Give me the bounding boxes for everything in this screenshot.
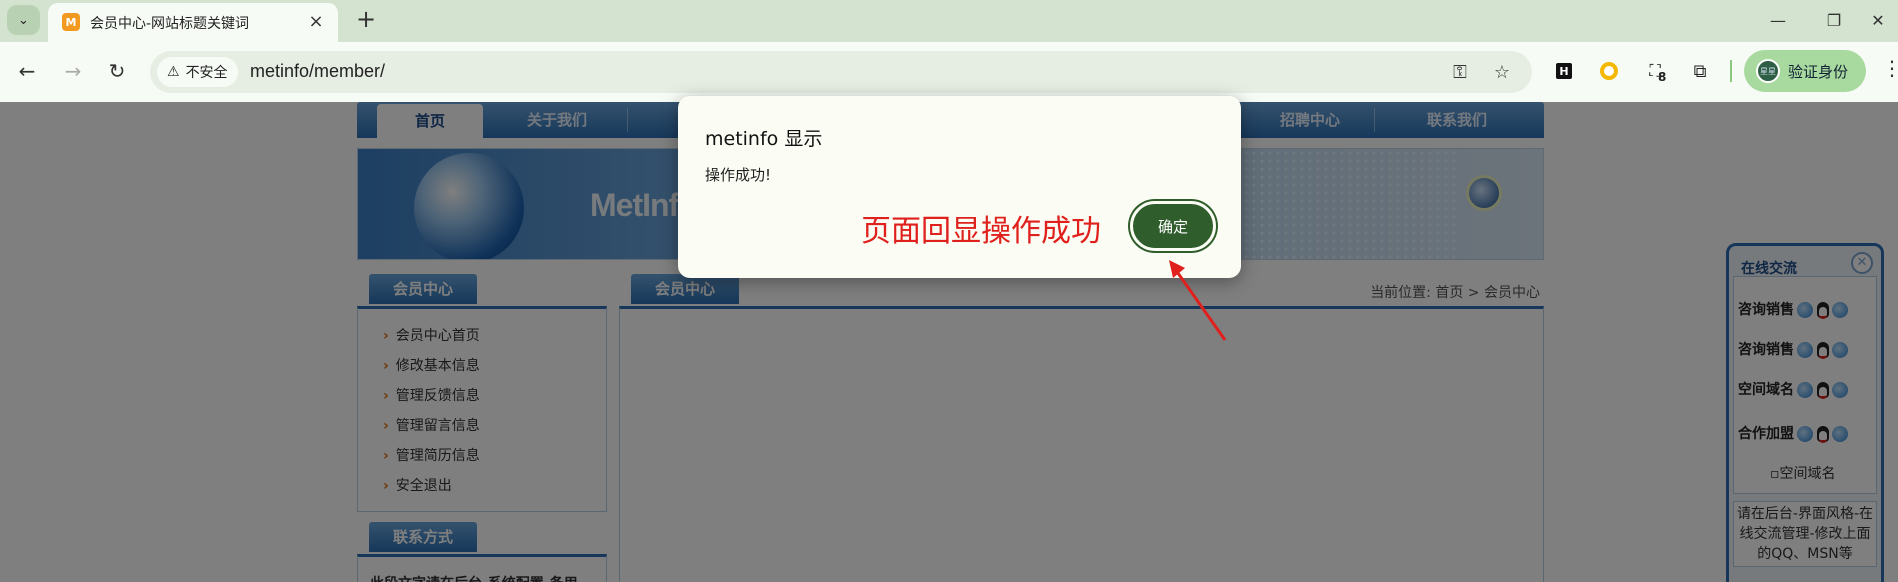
reload-button[interactable]: ↻ [102, 56, 132, 86]
extension-badge: 8 [1658, 70, 1667, 84]
security-chip[interactable]: ⚠ 不安全 [157, 57, 238, 87]
extension-scan-icon[interactable]: ⛶ 8 [1640, 56, 1670, 86]
toolbar-divider [1730, 60, 1732, 82]
back-button[interactable]: ← [12, 56, 42, 86]
avatar: 星星 [1756, 59, 1780, 83]
browser-menu-icon[interactable]: ⋮ [1882, 56, 1898, 86]
dialog-message: 操作成功! [705, 166, 772, 184]
annotation-arrow-icon [1169, 260, 1227, 341]
new-tab-button[interactable]: + [352, 6, 380, 34]
restore-button[interactable]: ❐ [1814, 6, 1854, 34]
minimize-button[interactable]: — [1758, 6, 1798, 34]
security-label: 不安全 [185, 65, 228, 81]
profile-label: 验证身份 [1788, 62, 1849, 81]
key-icon[interactable]: ⚿ [1448, 60, 1472, 84]
close-window-button[interactable]: ✕ [1858, 6, 1898, 34]
annotation-text: 页面回显操作成功 [861, 214, 1101, 249]
address-bar[interactable]: ⚠ 不安全 metinfo/member/ ⚿ ☆ [150, 51, 1532, 93]
tab-search-button[interactable]: ⌄ [7, 5, 40, 35]
arrow-right-icon: → [64, 59, 82, 83]
profile-button[interactable]: 星星 验证身份 [1744, 50, 1866, 92]
star-icon[interactable]: ☆ [1490, 60, 1514, 84]
reload-icon: ↻ [108, 59, 126, 83]
extensions-puzzle-icon[interactable]: ⧉ [1685, 56, 1715, 86]
arrow-left-icon: ← [18, 59, 36, 83]
browser-toolbar: ← → ↻ ⚠ 不安全 metinfo/member/ ⚿ ☆ H ⛶ 8 ⧉ 星… [0, 42, 1898, 102]
chevron-down-icon: ⌄ [18, 12, 29, 28]
dialog-title: metinfo 显示 [705, 128, 823, 150]
metinfo-favicon-icon: M [62, 13, 80, 31]
alert-dialog: metinfo 显示 操作成功! 确定 [678, 96, 1241, 278]
extension-h-icon[interactable]: H [1549, 56, 1579, 86]
extension-coin-icon[interactable] [1594, 56, 1624, 86]
tab-close-icon[interactable]: × [306, 12, 326, 32]
tab-strip: ⌄ M 会员中心-网站标题关键词 × + — ❐ ✕ [0, 0, 1898, 42]
warning-icon: ⚠ [167, 64, 180, 80]
active-tab[interactable]: M 会员中心-网站标题关键词 × [48, 3, 338, 42]
tab-title: 会员中心-网站标题关键词 [90, 16, 250, 32]
forward-button[interactable]: → [58, 56, 88, 86]
url-text[interactable]: metinfo/member/ [250, 61, 385, 82]
ok-button[interactable]: 确定 [1130, 201, 1216, 251]
